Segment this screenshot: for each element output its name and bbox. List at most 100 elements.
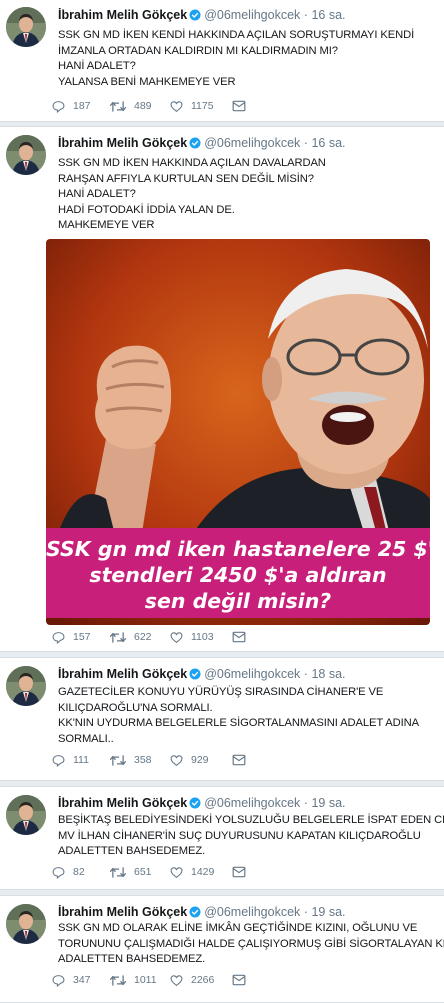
- author-name[interactable]: İbrahim Melih Gökçek: [58, 796, 187, 810]
- tweet-line: ADALETTEN BAHSEDEMEZ.: [58, 845, 206, 857]
- author-handle[interactable]: @06melihgokcek: [204, 136, 300, 150]
- tweet-text: SSK GN MD İKEN HAKKINDA AÇILAN DAVALARDA…: [58, 156, 438, 234]
- tweet-line: İMZANLA ORTADAN KALDIRDIN MI KALDIRMADIN…: [58, 44, 338, 57]
- tweet-line: SSK GN MD OLARAK ELİNE İMKÂN GEÇTİĞİNDE …: [58, 922, 418, 934]
- reply-count: 187: [73, 100, 91, 112]
- separator-dot: ·: [303, 905, 308, 919]
- envelope-icon: [232, 100, 246, 112]
- verified-badge-icon: [189, 797, 201, 809]
- direct-message-button[interactable]: [232, 751, 246, 769]
- reply-button[interactable]: 111: [52, 751, 89, 769]
- tweet-line: SSK GN MD İKEN KENDİ HAKKINDA AÇILAN SOR…: [58, 29, 415, 41]
- separator-dot: ·: [303, 667, 308, 681]
- separator-dot: ·: [303, 8, 308, 22]
- envelope-icon: [232, 974, 246, 986]
- retweet-count: 622: [134, 631, 152, 643]
- heart-icon: [170, 754, 183, 766]
- retweet-button[interactable]: 651: [110, 863, 152, 881]
- like-button[interactable]: 1175: [170, 97, 214, 115]
- reply-icon: [52, 974, 65, 987]
- avatar[interactable]: [6, 135, 46, 175]
- tweet-line: HANİ ADALET?: [58, 188, 136, 200]
- avatar[interactable]: [6, 795, 46, 835]
- tweet-header: İbrahim Melih Gökçek @06melihgokcek · 16 …: [58, 135, 436, 151]
- retweet-count: 489: [134, 100, 152, 112]
- reply-button[interactable]: 187: [52, 97, 91, 115]
- avatar[interactable]: [6, 666, 46, 706]
- retweet-button[interactable]: 358: [110, 751, 152, 769]
- author-name[interactable]: İbrahim Melih Gökçek: [58, 905, 187, 919]
- avatar[interactable]: [6, 904, 46, 944]
- avatar[interactable]: [6, 7, 46, 47]
- retweet-icon: [110, 974, 126, 986]
- image-caption-line: stendleri 2450 $'a aldıran: [89, 563, 387, 587]
- retweet-icon: [110, 100, 126, 112]
- like-button[interactable]: 929: [170, 751, 209, 769]
- direct-message-button[interactable]: [232, 628, 246, 646]
- tweet-line: HADİ FOTODAKİ İDDİA YALAN DE.: [58, 203, 235, 216]
- reply-button[interactable]: 157: [52, 628, 91, 646]
- author-handle[interactable]: @06melihgokcek: [204, 667, 300, 681]
- reply-button[interactable]: 347: [52, 971, 91, 989]
- tweet-header: İbrahim Melih Gökçek @06melihgokcek · 16 …: [58, 7, 436, 23]
- reply-count: 347: [73, 974, 91, 986]
- image-caption-line: sen değil misin?: [144, 589, 332, 613]
- like-button[interactable]: 1103: [170, 628, 214, 646]
- direct-message-button[interactable]: [232, 97, 246, 115]
- retweet-button[interactable]: 489: [110, 97, 152, 115]
- author-name[interactable]: İbrahim Melih Gökçek: [58, 8, 187, 22]
- reply-button[interactable]: 82: [52, 863, 85, 881]
- tweet-timestamp[interactable]: 16 sa.: [311, 8, 345, 22]
- verified-badge-icon: [189, 9, 201, 21]
- author-handle[interactable]: @06melihgokcek: [204, 796, 300, 810]
- author-name[interactable]: İbrahim Melih Gökçek: [58, 136, 187, 150]
- retweet-button[interactable]: 622: [110, 628, 152, 646]
- retweet-button[interactable]: 1011: [110, 971, 157, 989]
- tweet-timestamp[interactable]: 19 sa.: [311, 905, 345, 919]
- reply-icon: [52, 866, 65, 879]
- author-name[interactable]: İbrahim Melih Gökçek: [58, 667, 187, 681]
- tweet-header: İbrahim Melih Gökçek @06melihgokcek · 19 …: [58, 904, 436, 920]
- author-handle[interactable]: @06melihgokcek: [204, 905, 300, 919]
- like-button[interactable]: 1429: [170, 863, 214, 881]
- verified-badge-icon: [189, 668, 201, 680]
- tweet-line: BEŞİKTAŞ BELEDİYESİNDEKİ YOLSUZLUĞU BELG…: [58, 814, 444, 826]
- tweet-text: GAZETECİLER KONUYU YÜRÜYÜŞ SIRASINDA CİH…: [58, 685, 438, 747]
- separator-dot: ·: [303, 796, 308, 810]
- tweet-line: GAZETECİLER KONUYU YÜRÜYÜŞ SIRASINDA CİH…: [58, 686, 384, 698]
- tweet-line: ADALETTEN BAHSEDEMEZ.: [58, 953, 206, 965]
- timeline: İbrahim Melih Gökçek @06melihgokcek · 16 …: [0, 0, 444, 1003]
- reply-icon: [52, 100, 65, 113]
- tweet-line: SORMALI..: [58, 732, 114, 745]
- tweet-line: SSK GN MD İKEN HAKKINDA AÇILAN DAVALARDA…: [58, 157, 326, 169]
- tweet-line: YALANSA BENİ MAHKEMEYE VER: [58, 75, 236, 88]
- retweet-icon: [110, 866, 126, 878]
- tweet[interactable]: İbrahim Melih Gökçek @06melihgokcek · 16 …: [0, 126, 444, 652]
- heart-icon: [170, 100, 183, 112]
- direct-message-button[interactable]: [232, 971, 246, 989]
- retweet-icon: [110, 631, 126, 643]
- retweet-count: 651: [134, 866, 152, 878]
- tweet-line: MV İLHAN CİHANER'İN SUÇ DUYURUSUNU KAPAT…: [58, 829, 421, 842]
- reply-count: 157: [73, 631, 91, 643]
- heart-icon: [170, 631, 183, 643]
- heart-icon: [170, 866, 183, 878]
- author-handle[interactable]: @06melihgokcek: [204, 8, 300, 22]
- tweet-line: RAHŞAN AFFIYLA KURTULAN SEN DEĞİL MİSİN?: [58, 172, 314, 185]
- tweet[interactable]: İbrahim Melih Gökçek @06melihgokcek · 19 …: [0, 895, 444, 1003]
- envelope-icon: [232, 866, 246, 878]
- tweet-line: KK'NIN UYDURMA BELGELERLE SİGORTALANMASI…: [58, 717, 419, 729]
- like-count: 929: [191, 754, 209, 766]
- like-button[interactable]: 2266: [170, 971, 214, 989]
- tweet[interactable]: İbrahim Melih Gökçek @06melihgokcek · 19 …: [0, 786, 444, 890]
- tweet-image[interactable]: SSK gn md iken hastanelere 25 $'lık sten…: [46, 239, 430, 625]
- tweet-timestamp[interactable]: 18 sa.: [311, 667, 345, 681]
- like-count: 1175: [191, 100, 214, 112]
- direct-message-button[interactable]: [232, 863, 246, 881]
- retweet-count: 1011: [134, 974, 157, 986]
- envelope-icon: [232, 754, 246, 766]
- tweet[interactable]: İbrahim Melih Gökçek @06melihgokcek · 16 …: [0, 0, 444, 122]
- tweet[interactable]: İbrahim Melih Gökçek @06melihgokcek · 18 …: [0, 657, 444, 781]
- tweet-timestamp[interactable]: 19 sa.: [311, 796, 345, 810]
- tweet-timestamp[interactable]: 16 sa.: [311, 136, 345, 150]
